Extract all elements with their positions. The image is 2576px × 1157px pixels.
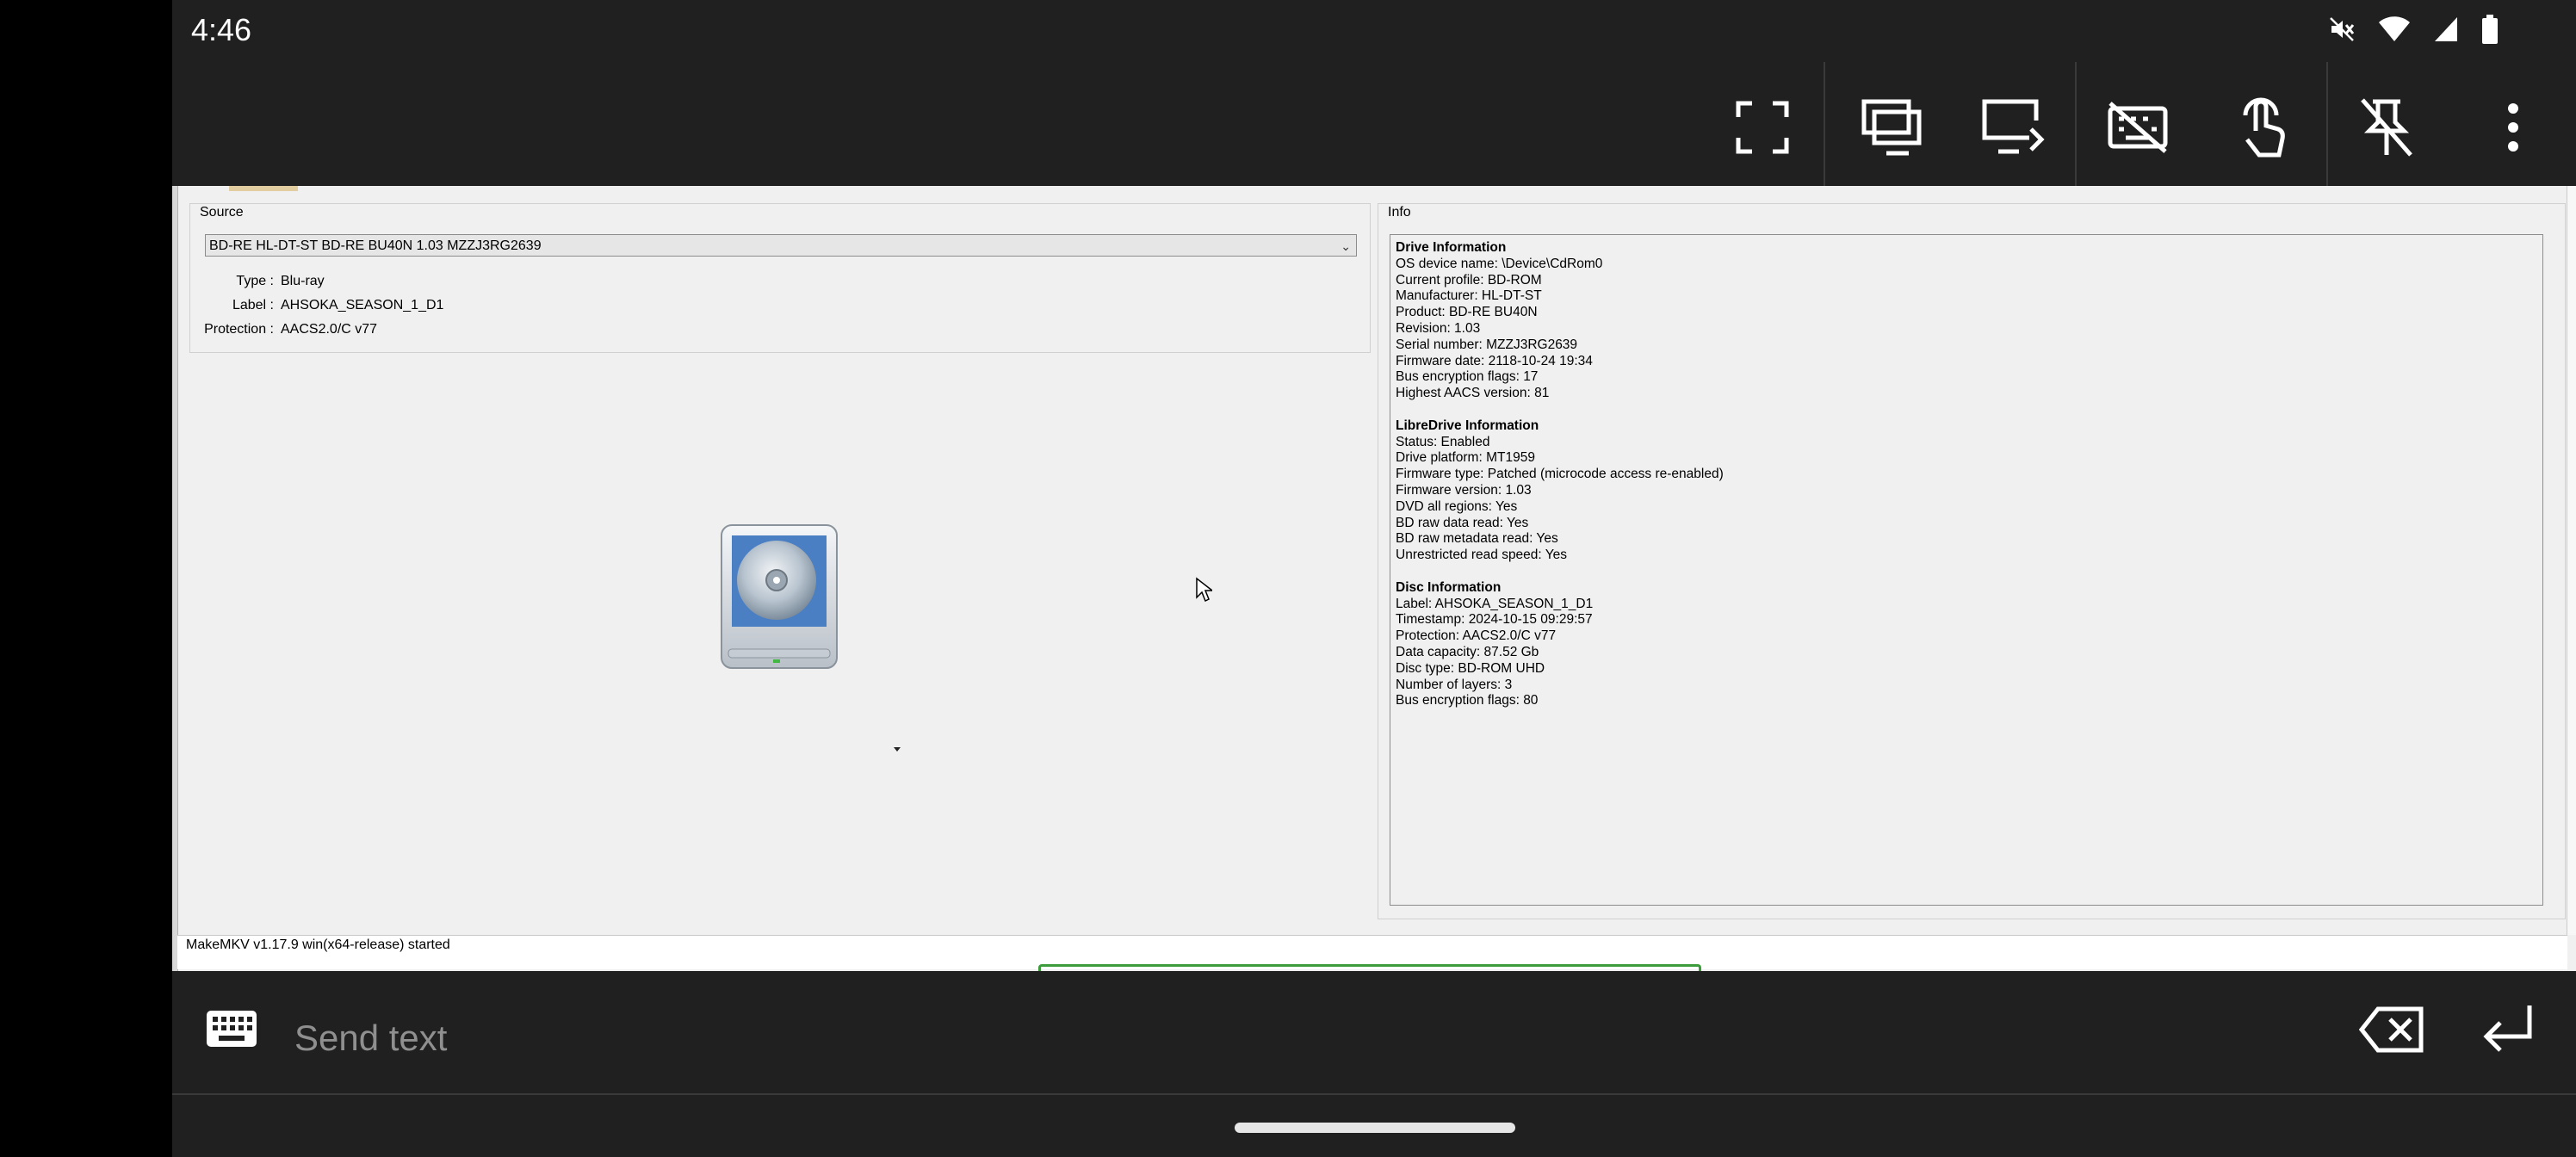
- info-line: BD raw metadata read: Yes: [1396, 531, 1558, 547]
- drive-info-section: Drive Information OS device name: \Devic…: [1396, 240, 2537, 402]
- info-line: DVD all regions: Yes: [1396, 498, 1518, 514]
- keyboard-toggle-button[interactable]: [2103, 93, 2172, 162]
- caret-down-icon: [894, 747, 901, 752]
- protection-value: AACS2.0/C v77: [281, 322, 378, 337]
- info-line: Firmware date: 2118-10-24 19:34: [1396, 353, 1593, 368]
- info-line: Disc type: BD-ROM UHD: [1396, 660, 1545, 676]
- info-line: Current profile: BD-ROM: [1396, 272, 1542, 288]
- bluray-drive-icon: [721, 524, 838, 669]
- toolbar-divider: [2075, 62, 2077, 191]
- mouse-cursor-icon: [1196, 577, 1212, 603]
- info-line: Label: AHSOKA_SEASON_1_D1: [1396, 596, 1594, 611]
- disc-info-section: Disc Information Label: AHSOKA_SEASON_1_…: [1396, 580, 2537, 709]
- libredrive-info-heading: LibreDrive Information: [1396, 418, 1539, 433]
- info-line: Drive platform: MT1959: [1396, 450, 1535, 466]
- info-line: Bus encryption flags: 17: [1396, 369, 1539, 385]
- mute-icon: [2328, 15, 2356, 46]
- unpin-icon: [2361, 98, 2412, 157]
- keyboard-off-icon: [2108, 102, 2168, 153]
- signal-icon: [2433, 15, 2459, 46]
- source-group-title: Source: [198, 205, 245, 220]
- progress-bar-edge: [1038, 964, 1701, 971]
- toolbar-divider: [2326, 62, 2328, 191]
- status-message: MakeMKV v1.17.9 win(x64-release) started: [186, 937, 450, 952]
- send-text-input[interactable]: Send text: [294, 1018, 447, 1059]
- info-line: Revision: 1.03: [1396, 320, 1481, 336]
- chevron-down-icon[interactable]: ⌄: [1341, 235, 1351, 257]
- display-switch-icon: [1982, 99, 2045, 154]
- keyboard-icon: [207, 1011, 257, 1047]
- toolbar-divider: [1824, 62, 1825, 191]
- unpin-button[interactable]: [2352, 93, 2421, 162]
- libredrive-info-section: LibreDrive Information Status: Enabled D…: [1396, 418, 2537, 564]
- info-line: Product: BD-RE BU40N: [1396, 305, 1538, 320]
- info-line: BD raw data read: Yes: [1396, 515, 1529, 530]
- send-text-bar: Send text: [172, 971, 2576, 1093]
- label-label: Label :: [232, 298, 274, 312]
- touch-mode-icon: [2243, 97, 2285, 158]
- window-right-frame: [2567, 186, 2576, 935]
- backspace-icon: [2358, 1006, 2424, 1053]
- info-line: Unrestricted read speed: Yes: [1396, 548, 1568, 563]
- status-bar: 4:46: [172, 0, 2576, 62]
- fullscreen-button[interactable]: [1728, 93, 1797, 162]
- battery-icon: [2481, 15, 2499, 47]
- fullscreen-icon: [1736, 101, 1789, 154]
- protection-label: Protection :: [204, 322, 274, 337]
- info-line: Bus encryption flags: 80: [1396, 693, 1539, 708]
- enter-icon: [2483, 1005, 2532, 1052]
- wifi-icon: [2378, 15, 2411, 46]
- type-label: Type :: [236, 274, 274, 288]
- info-line: Data capacity: 87.52 Gb: [1396, 644, 1539, 659]
- info-group-title: Info: [1386, 205, 1413, 220]
- home-gesture-handle[interactable]: [1235, 1123, 1515, 1133]
- open-disc-button[interactable]: [718, 523, 840, 671]
- remote-client: 4:46 Source BD-RE HL-DT-ST BD-RE BU40N 1…: [172, 0, 2576, 1157]
- drive-select[interactable]: BD-RE HL-DT-ST BD-RE BU40N 1.03 MZZJ3RG2…: [205, 234, 1357, 257]
- status-time: 4:46: [191, 12, 252, 47]
- info-line: Manufacturer: HL-DT-ST: [1396, 288, 1542, 304]
- info-line: Status: Enabled: [1396, 434, 1490, 449]
- remote-toolbar: [172, 62, 2576, 191]
- status-icons: [2328, 15, 2499, 46]
- hidden-toolbar-strip: [229, 186, 298, 191]
- more-vert-icon: [2508, 103, 2518, 152]
- keyboard-button[interactable]: [205, 1009, 258, 1054]
- type-value: Blu-ray: [281, 274, 325, 288]
- display-switch-button[interactable]: [1979, 93, 2048, 162]
- navigation-bar: [172, 1095, 2576, 1157]
- multi-window-icon: [1861, 99, 1922, 156]
- info-line: Timestamp: 2024-10-15 09:29:57: [1396, 612, 1593, 628]
- info-line: Firmware type: Patched (microcode access…: [1396, 467, 1724, 482]
- info-line: Firmware version: 1.03: [1396, 482, 1532, 498]
- enter-button[interactable]: [2480, 1002, 2535, 1062]
- drive-select-value: BD-RE HL-DT-ST BD-RE BU40N 1.03 MZZJ3RG2…: [209, 238, 542, 253]
- backspace-button[interactable]: [2358, 1005, 2424, 1057]
- disc-info-heading: Disc Information: [1396, 579, 1502, 595]
- info-line: OS device name: \Device\CdRom0: [1396, 256, 1603, 271]
- info-line: Highest AACS version: 81: [1396, 386, 1550, 401]
- info-line: Number of layers: 3: [1396, 677, 1513, 692]
- multi-window-button[interactable]: [1857, 93, 1926, 162]
- info-line: Protection: AACS2.0/C v77: [1396, 628, 1557, 644]
- more-options-button[interactable]: [2479, 93, 2548, 162]
- drive-info-heading: Drive Information: [1396, 240, 1507, 255]
- info-panel: Drive Information OS device name: \Devic…: [1390, 234, 2543, 906]
- info-line: Serial number: MZZJ3RG2639: [1396, 337, 1578, 352]
- touch-mode-button[interactable]: [2226, 93, 2295, 162]
- label-value: AHSOKA_SEASON_1_D1: [281, 298, 444, 312]
- makemkv-window: Source BD-RE HL-DT-ST BD-RE BU40N 1.03 M…: [172, 186, 2576, 971]
